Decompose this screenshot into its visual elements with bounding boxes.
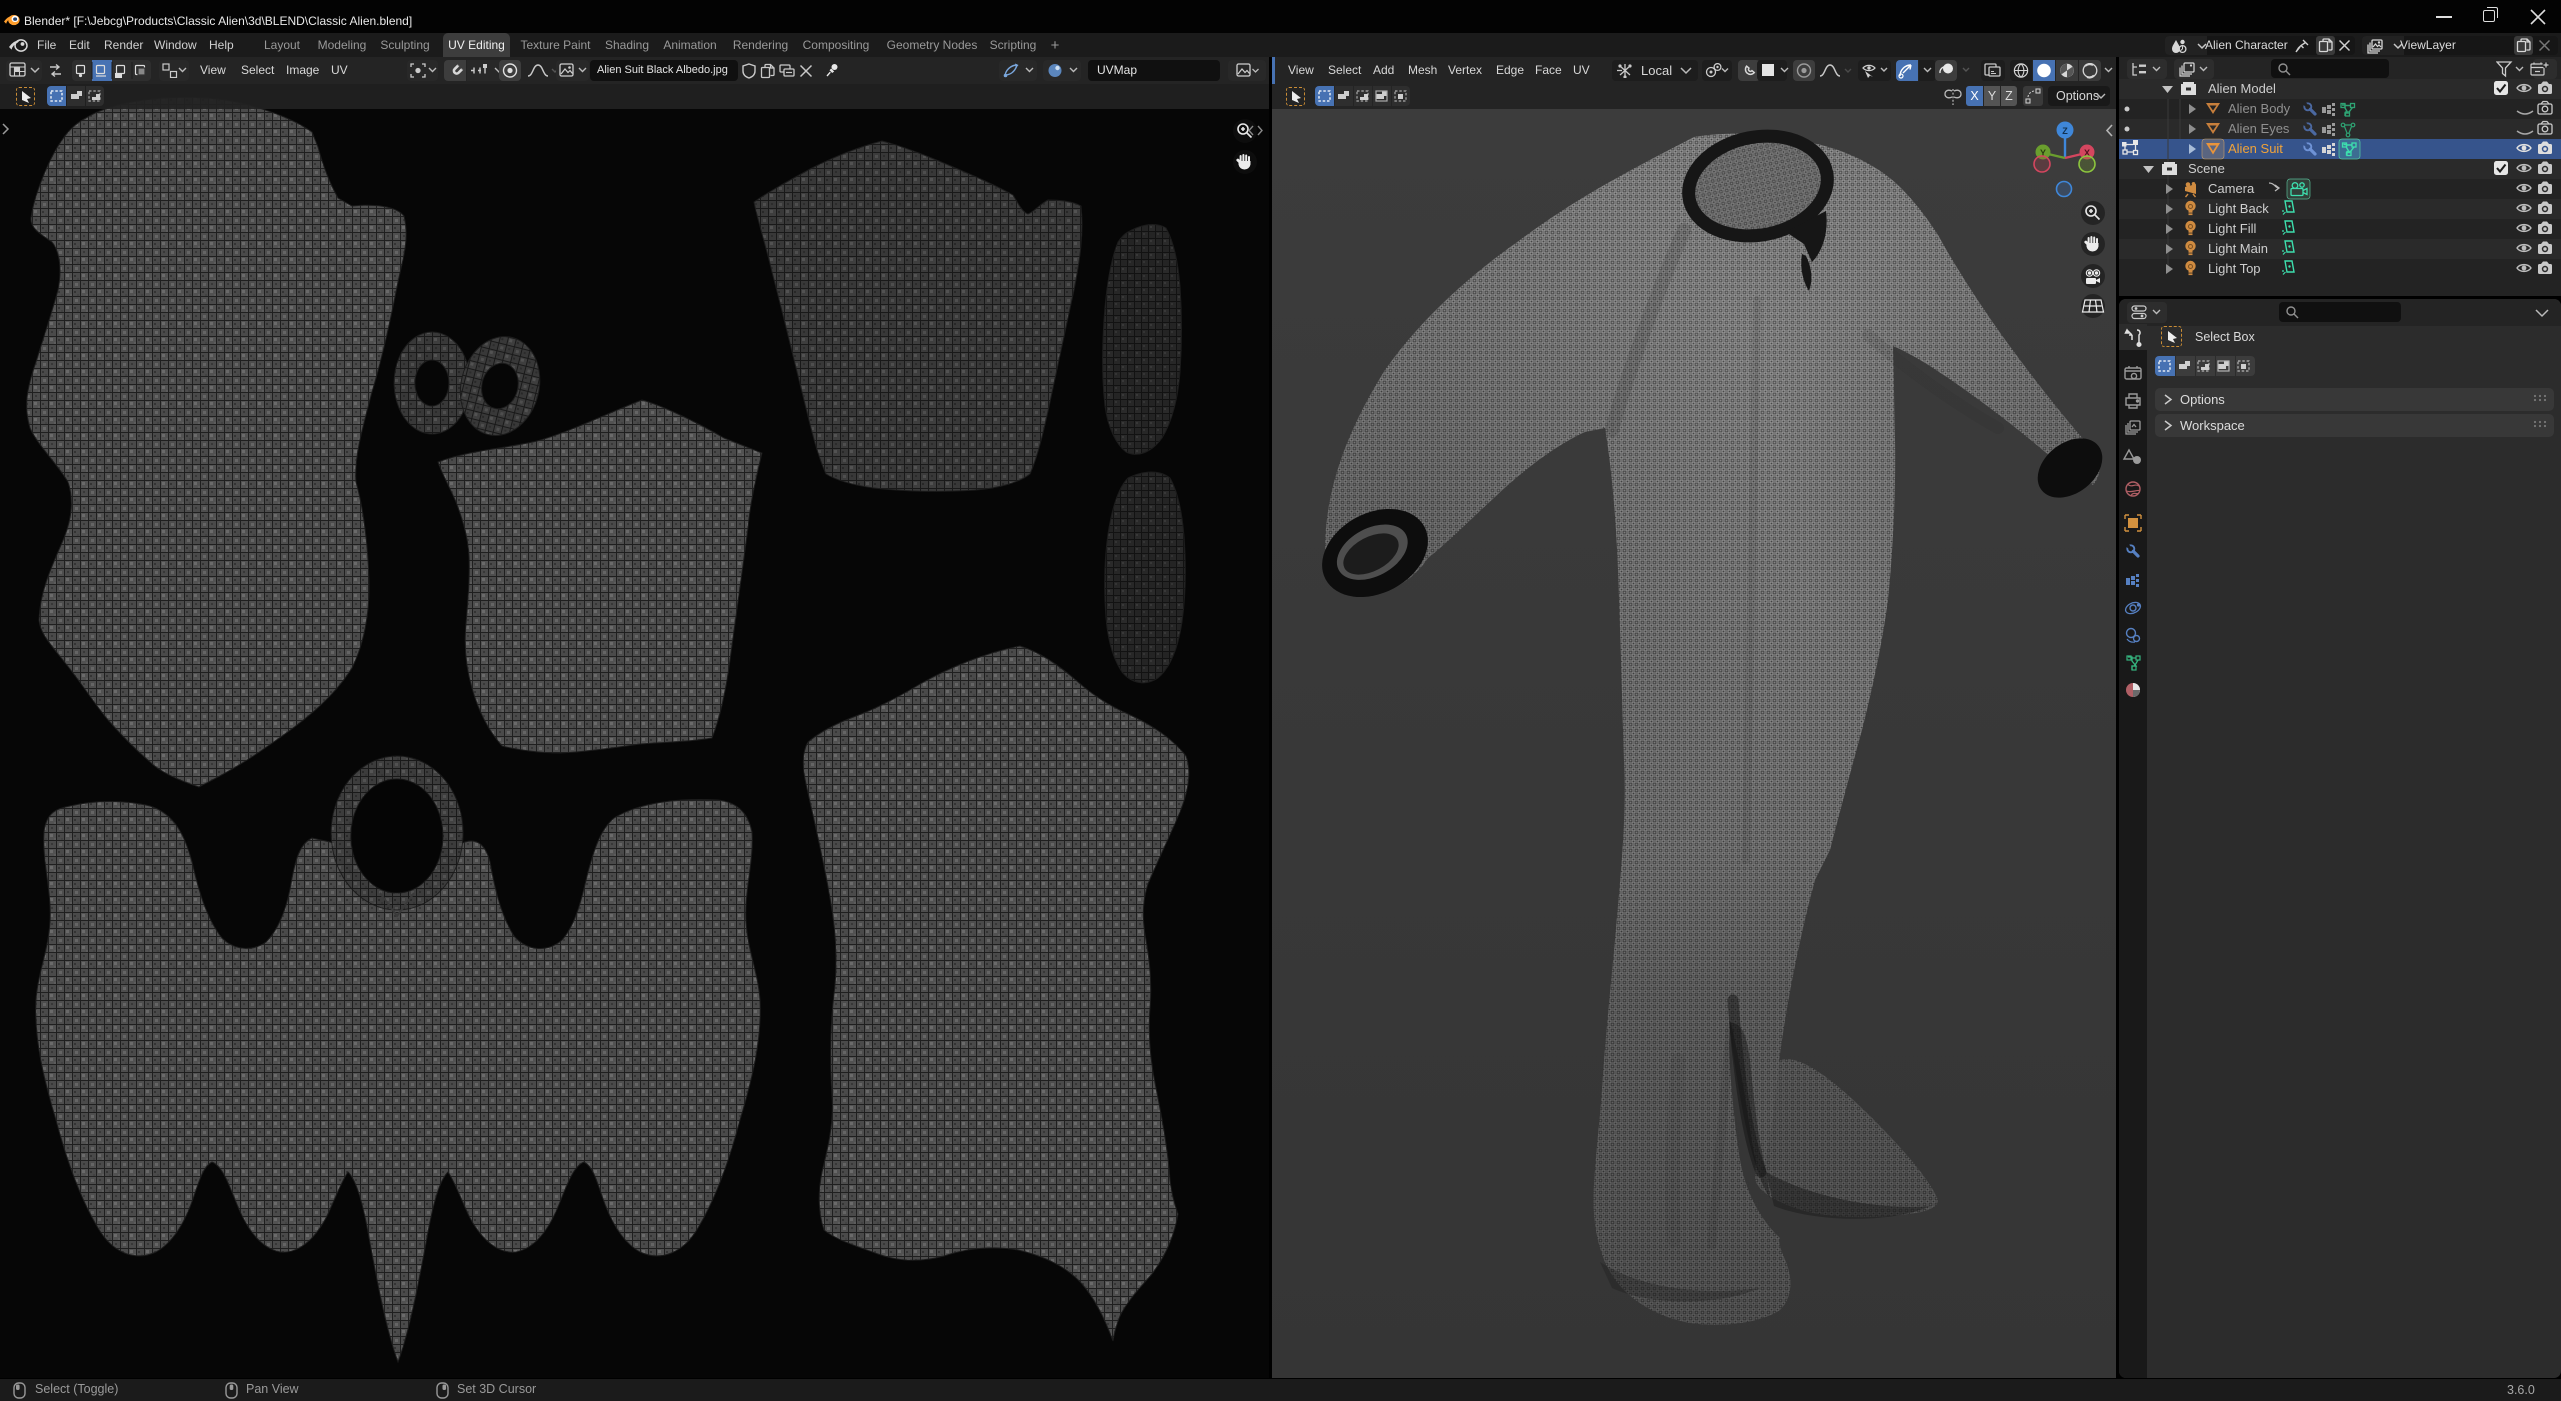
svg-text:Light Back: Light Back	[2208, 201, 2269, 216]
svg-text:Z: Z	[2062, 126, 2068, 136]
svg-text:Light Main: Light Main	[2208, 241, 2268, 256]
svg-text:Light Fill: Light Fill	[2208, 221, 2257, 236]
svg-text:Light Top: Light Top	[2208, 261, 2261, 276]
